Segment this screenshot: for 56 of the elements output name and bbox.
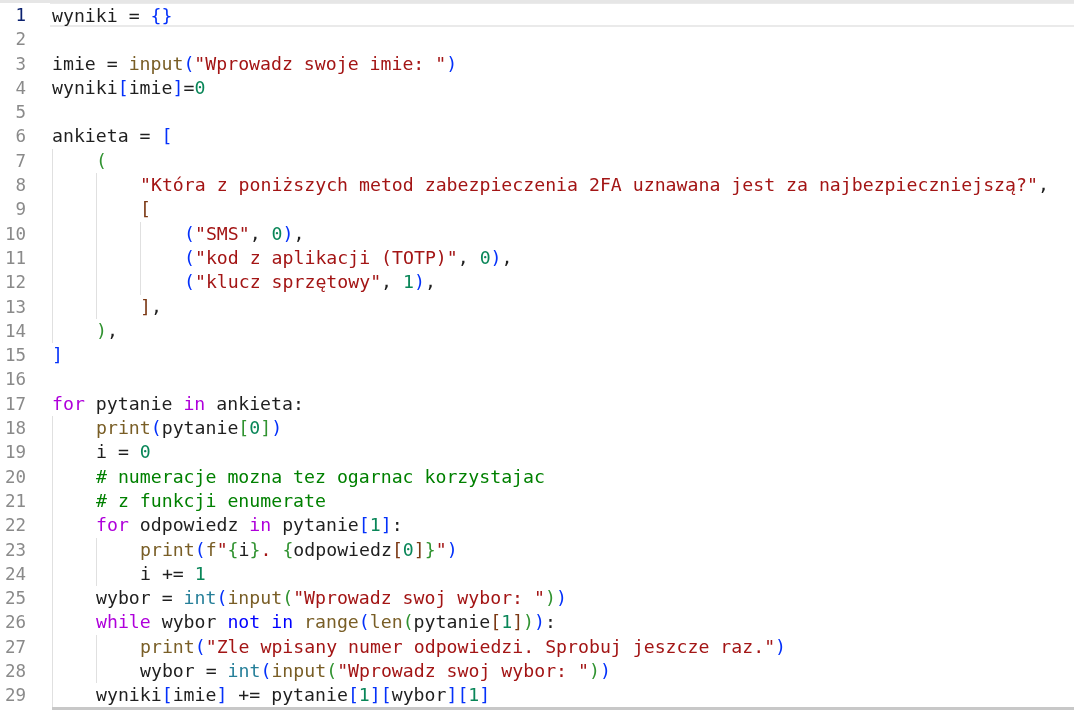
code-line: i = 0 [96, 440, 151, 465]
code-line: ] [52, 343, 63, 368]
line-number: 16 [3, 368, 26, 392]
line-number: 4 [14, 76, 26, 100]
code-line: ], [140, 294, 162, 319]
code-line: for pytanie in ankieta: [52, 391, 304, 416]
horizontal-scrollbar[interactable] [52, 707, 1074, 710]
code-line: print("Zle wpisany numer odpowiedzi. Sprobuj jeszcze raz.") [140, 634, 787, 659]
code-line: ("klucz sprzętowy", 1), [184, 270, 436, 295]
line-number: 27 [3, 635, 26, 659]
code-line: wyniki[imie] += pytanie[1][wybor][1] [96, 683, 491, 708]
code-line: # numeracje mozna tez ogarnac korzystajac [96, 464, 545, 489]
line-number: 12 [3, 271, 26, 295]
line-number: 28 [3, 660, 26, 683]
line-number: 17 [3, 392, 26, 416]
line-number: 21 [3, 489, 26, 513]
code-line: print(pytanie[0]) [96, 416, 283, 441]
code-line: wyniki[imie]=0 [52, 75, 206, 100]
line-number: 24 [3, 562, 26, 586]
line-number: 23 [3, 538, 26, 562]
line-number: 26 [3, 611, 26, 635]
code-line: ("SMS", 0), [184, 221, 305, 246]
code-line: while wybor not in range(len(pytanie[1])): [96, 610, 556, 635]
code-line: for odpowiedz in pytanie[1]: [96, 513, 403, 538]
line-number: 2 [14, 28, 26, 52]
line-number: 6 [14, 125, 26, 149]
code-line: ( [96, 148, 107, 173]
code-line: wybor = int(input("Wprowadz swoj wybor: ")) [96, 586, 567, 611]
code-line: imie = input("Wprowadz swoje imie: ") [52, 51, 458, 76]
line-number: 8 [14, 174, 26, 198]
code-line: "Która z poniższych metod zabezpieczenia 2FA uznawana jest za najbezpieczniejszą?", [140, 173, 1049, 198]
line-number: 25 [3, 587, 26, 611]
line-number: 19 [3, 441, 26, 465]
line-number: 14 [3, 319, 26, 343]
line-number: 13 [3, 295, 26, 319]
code-line: wybor = int(input("Wprowadz swoj wybor: ")) [140, 659, 611, 683]
line-number: 10 [3, 222, 26, 246]
line-number: 5 [14, 101, 26, 125]
line-number: 11 [3, 246, 26, 270]
line-number: 7 [14, 149, 26, 173]
line-number: 22 [3, 514, 26, 538]
line-number: 20 [3, 465, 26, 489]
code-line: ), [96, 318, 118, 343]
line-number: 1 [14, 4, 26, 27]
code-line: print(f"{i}. {odpowiedz[0]}") [140, 537, 458, 562]
line-number: 18 [3, 417, 26, 441]
code-line: ankieta = [ [52, 124, 173, 149]
code-line: [ [140, 197, 151, 222]
code-line: # z funkcji enumerate [96, 488, 326, 513]
code-line: i += 1 [140, 561, 206, 586]
line-number: 15 [3, 344, 26, 368]
line-number: 3 [14, 52, 26, 76]
line-number: 29 [3, 684, 26, 708]
code-line: wyniki = {} [52, 4, 173, 26]
line-number: 9 [14, 198, 26, 222]
code-line: ("kod z aplikacji (TOTP)", 0), [184, 245, 513, 270]
